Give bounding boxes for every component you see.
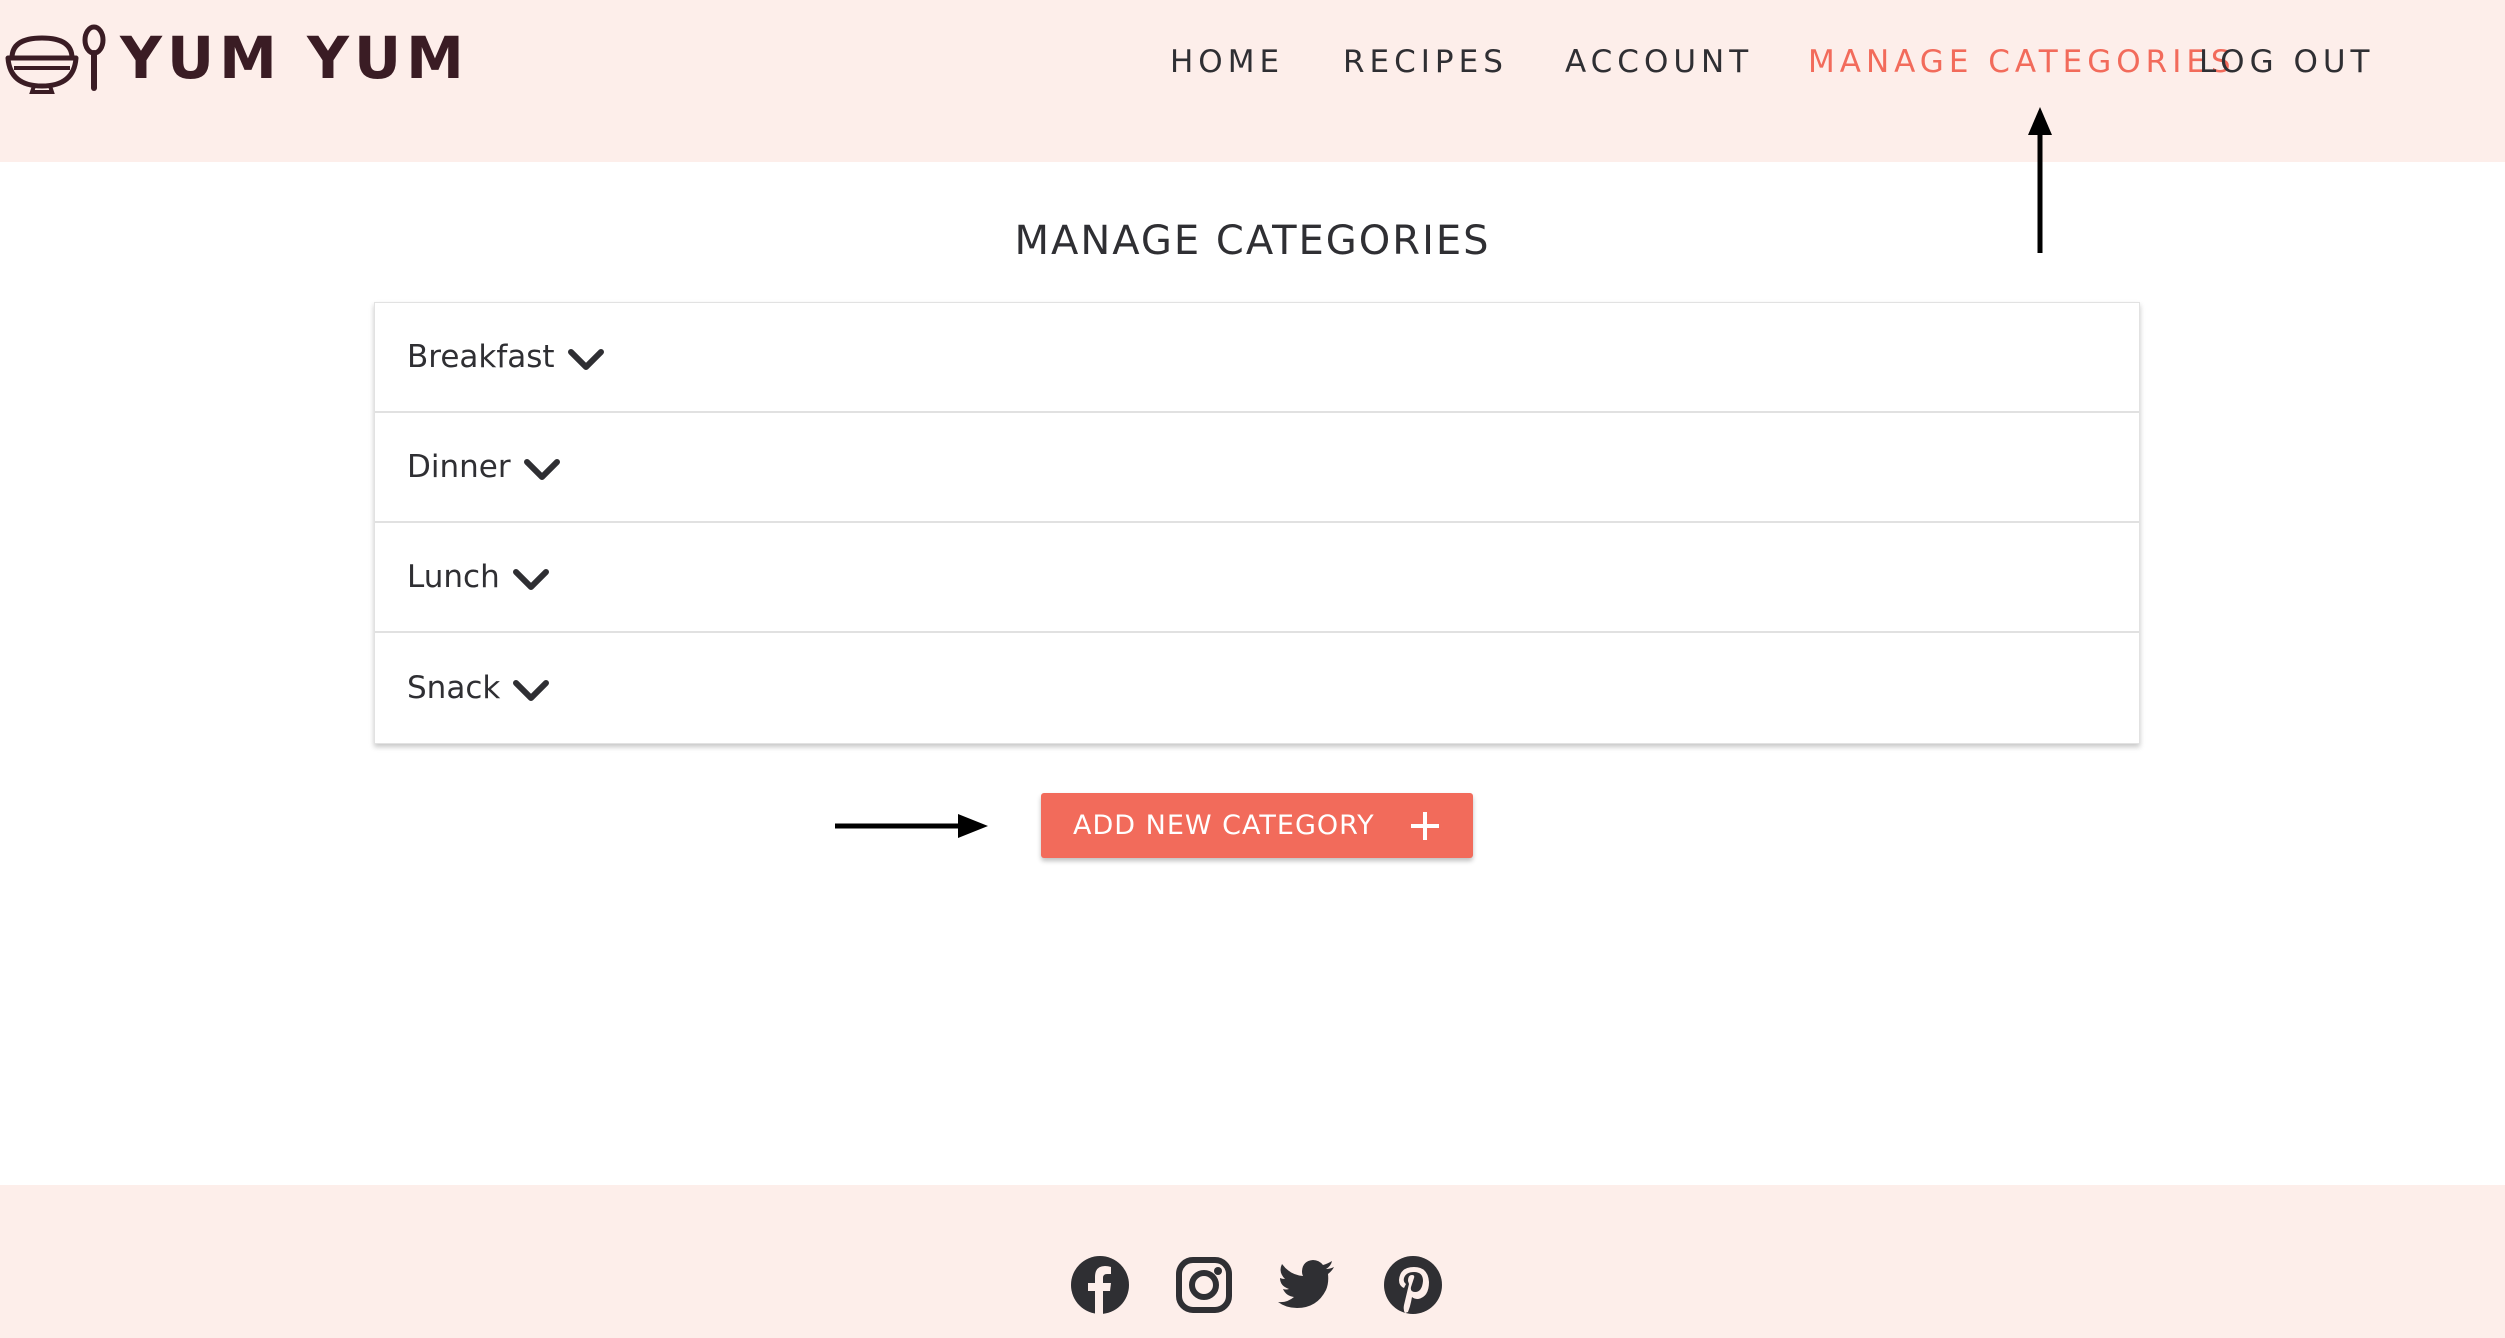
nav-recipes[interactable]: RECIPES — [1343, 42, 1508, 82]
chevron-down-icon — [513, 680, 550, 701]
category-label: Lunch — [407, 559, 500, 595]
instagram-icon[interactable] — [1174, 1255, 1234, 1315]
annotation-arrow-right-icon — [835, 814, 988, 838]
page-title: MANAGE CATEGORIES — [1014, 218, 1491, 264]
chevron-down-icon — [512, 569, 549, 590]
category-item-dinner[interactable]: Dinner — [375, 413, 2139, 523]
add-new-category-button[interactable]: ADD NEW CATEGORY — [1041, 793, 1473, 858]
chevron-down-icon — [567, 349, 604, 370]
nav-manage-categories[interactable]: MANAGE CATEGORIES — [1808, 42, 2236, 82]
site-footer — [0, 1185, 2505, 1338]
nav-log-out[interactable]: LOG OUT — [2199, 42, 2374, 82]
category-label: Dinner — [407, 449, 511, 485]
pinterest-icon[interactable] — [1383, 1255, 1443, 1315]
nav-home[interactable]: HOME — [1170, 42, 1284, 82]
category-label: Breakfast — [407, 339, 555, 375]
category-list: Breakfast Dinner Lunch Snack — [374, 302, 2140, 744]
site-header: YUM YUM HOME RECIPES ACCOUNT MANAGE CATE… — [0, 0, 2505, 162]
nav-account[interactable]: ACCOUNT — [1565, 42, 1753, 82]
category-item-lunch[interactable]: Lunch — [375, 523, 2139, 633]
category-item-breakfast[interactable]: Breakfast — [375, 303, 2139, 413]
category-label: Snack — [407, 670, 501, 706]
chevron-down-icon — [523, 459, 560, 480]
add-category-label: ADD NEW CATEGORY — [1073, 810, 1375, 841]
twitter-icon[interactable] — [1277, 1255, 1337, 1315]
brand-name: YUM YUM — [120, 24, 469, 92]
plus-icon — [1411, 812, 1439, 840]
brand-logo[interactable]: YUM YUM — [4, 22, 469, 94]
category-item-snack[interactable]: Snack — [375, 633, 2139, 743]
bowl-spoon-icon — [4, 22, 108, 94]
facebook-icon[interactable] — [1070, 1255, 1130, 1315]
